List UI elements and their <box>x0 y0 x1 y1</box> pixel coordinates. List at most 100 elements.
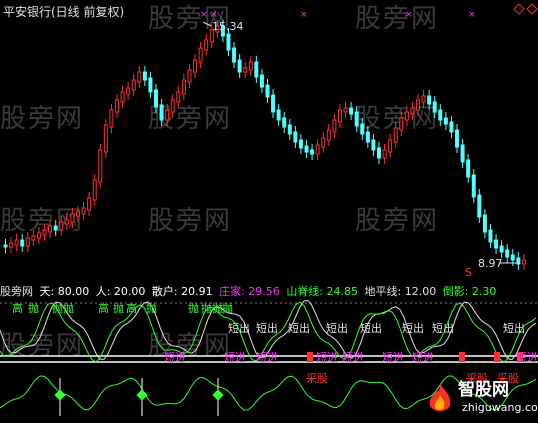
top-marker-icon: × <box>200 10 208 20</box>
top-marker-icon: × <box>405 10 413 20</box>
flame-icon <box>429 383 451 411</box>
candle-body <box>365 131 370 143</box>
candle-body <box>109 109 114 128</box>
signal-duanchu: 短出 <box>360 322 382 335</box>
candle-body <box>315 144 320 155</box>
candle-body <box>276 109 281 121</box>
candle-body <box>81 207 86 215</box>
top-marker-icon: × <box>300 10 308 20</box>
candle-body <box>460 144 465 163</box>
signal-duanjin: 短进 <box>412 351 434 364</box>
candlestick-chart[interactable]: × × × × × <box>0 0 538 280</box>
indicator-ren: 人: 20.00 <box>95 285 146 298</box>
candle-body <box>9 242 14 248</box>
high-price-label: 15.34 <box>212 20 244 33</box>
candle-body <box>148 77 153 93</box>
candle-body <box>371 139 376 151</box>
candle-body <box>488 229 493 243</box>
indicator-sanhu: 散户: 20.91 <box>151 285 213 298</box>
candle-body <box>499 245 504 253</box>
candle-body <box>92 179 97 201</box>
candle-body <box>505 249 510 258</box>
candle-body <box>282 117 287 128</box>
candle-body <box>310 149 315 155</box>
signal-duanchu: 短出 <box>256 322 278 335</box>
logo-url: zhiguwang.com <box>462 401 538 414</box>
candle-body <box>254 61 259 78</box>
candle-body <box>59 221 64 231</box>
candle-body <box>482 214 487 233</box>
candle-body <box>53 225 58 231</box>
candle-body <box>416 99 421 111</box>
candle-body <box>237 59 242 73</box>
candle-body <box>438 109 443 121</box>
logo-name: 智股网 <box>458 380 509 400</box>
indicator-daoying: 倒影: 2.30 <box>442 285 497 298</box>
candle-body <box>137 71 142 83</box>
signal-duanchu: 短出 <box>432 322 454 335</box>
signal-duanjin: 短进 <box>316 351 338 364</box>
candle-body <box>332 119 337 133</box>
site-logo: 智股网 zhiguwang.com <box>418 373 538 421</box>
signal-duanchu: 短出 <box>288 322 310 335</box>
signal-caigu: 采股 <box>306 372 328 385</box>
candle-body <box>343 107 348 113</box>
candle-body <box>165 109 170 121</box>
indicator-shanji: 山脊线: 24.85 <box>286 285 359 298</box>
candle-body <box>75 211 80 217</box>
top-marker-icon: × <box>210 10 218 20</box>
buy-marker-icon <box>459 352 465 362</box>
candle-body <box>98 149 103 183</box>
indicator-header: 股旁网 天: 80.00 人: 20.00 散户: 20.91 庄家: 29.5… <box>0 283 538 298</box>
signal-pao: 抛 <box>188 302 199 315</box>
signal-pao: 抛 <box>28 302 39 315</box>
candle-body <box>126 87 131 95</box>
low-price-label: 8.97 <box>478 257 503 270</box>
signal-duanjin: 短进 <box>382 351 404 364</box>
candle-body <box>393 127 398 143</box>
candle-body <box>443 117 448 125</box>
candle-body <box>404 111 409 121</box>
signal-duanjin: 短进 <box>516 351 538 364</box>
candle-body <box>354 111 359 127</box>
candle-body <box>326 129 331 141</box>
signal-pao: 抛 <box>222 302 233 315</box>
candle-body <box>321 137 326 148</box>
candle-body <box>25 237 30 247</box>
signal-diamond-icon <box>54 389 66 401</box>
candle-body <box>20 239 25 247</box>
candle-body <box>226 33 231 51</box>
candle-body <box>466 159 471 178</box>
candle-body <box>120 91 125 103</box>
candle-body <box>176 91 181 103</box>
sell-marker: S <box>465 266 472 279</box>
signal-diamond-icon <box>212 389 224 401</box>
indicator-dipingxian: 地平线: 12.00 <box>364 285 437 298</box>
candle-body <box>427 95 432 105</box>
signal-diamond-icon <box>136 389 148 401</box>
candle-body <box>471 174 476 198</box>
signal-duanjin: 短进 <box>224 351 246 364</box>
candle-body <box>31 235 36 241</box>
candle-body <box>204 39 209 51</box>
signal-duanchu: 短出 <box>402 322 424 335</box>
candle-body <box>521 259 526 265</box>
candle-body <box>170 99 175 113</box>
candle-body <box>198 47 203 63</box>
candle-body <box>42 229 47 236</box>
candle-body <box>248 61 253 71</box>
candle-body <box>232 47 237 63</box>
candle-body <box>87 197 92 211</box>
candle-body <box>131 79 136 91</box>
candle-body <box>298 139 303 149</box>
candle-body <box>159 104 164 121</box>
candle-body <box>187 69 192 83</box>
candle-body <box>243 67 248 73</box>
indicator-tian: 天: 80.00 <box>39 285 90 298</box>
signal-pao: 抛 <box>113 302 124 315</box>
signal-duanjin: 短进 <box>164 351 186 364</box>
candle-body <box>382 149 387 159</box>
candle-body <box>510 254 515 261</box>
candle-body <box>142 71 147 81</box>
candle-body <box>432 101 437 113</box>
